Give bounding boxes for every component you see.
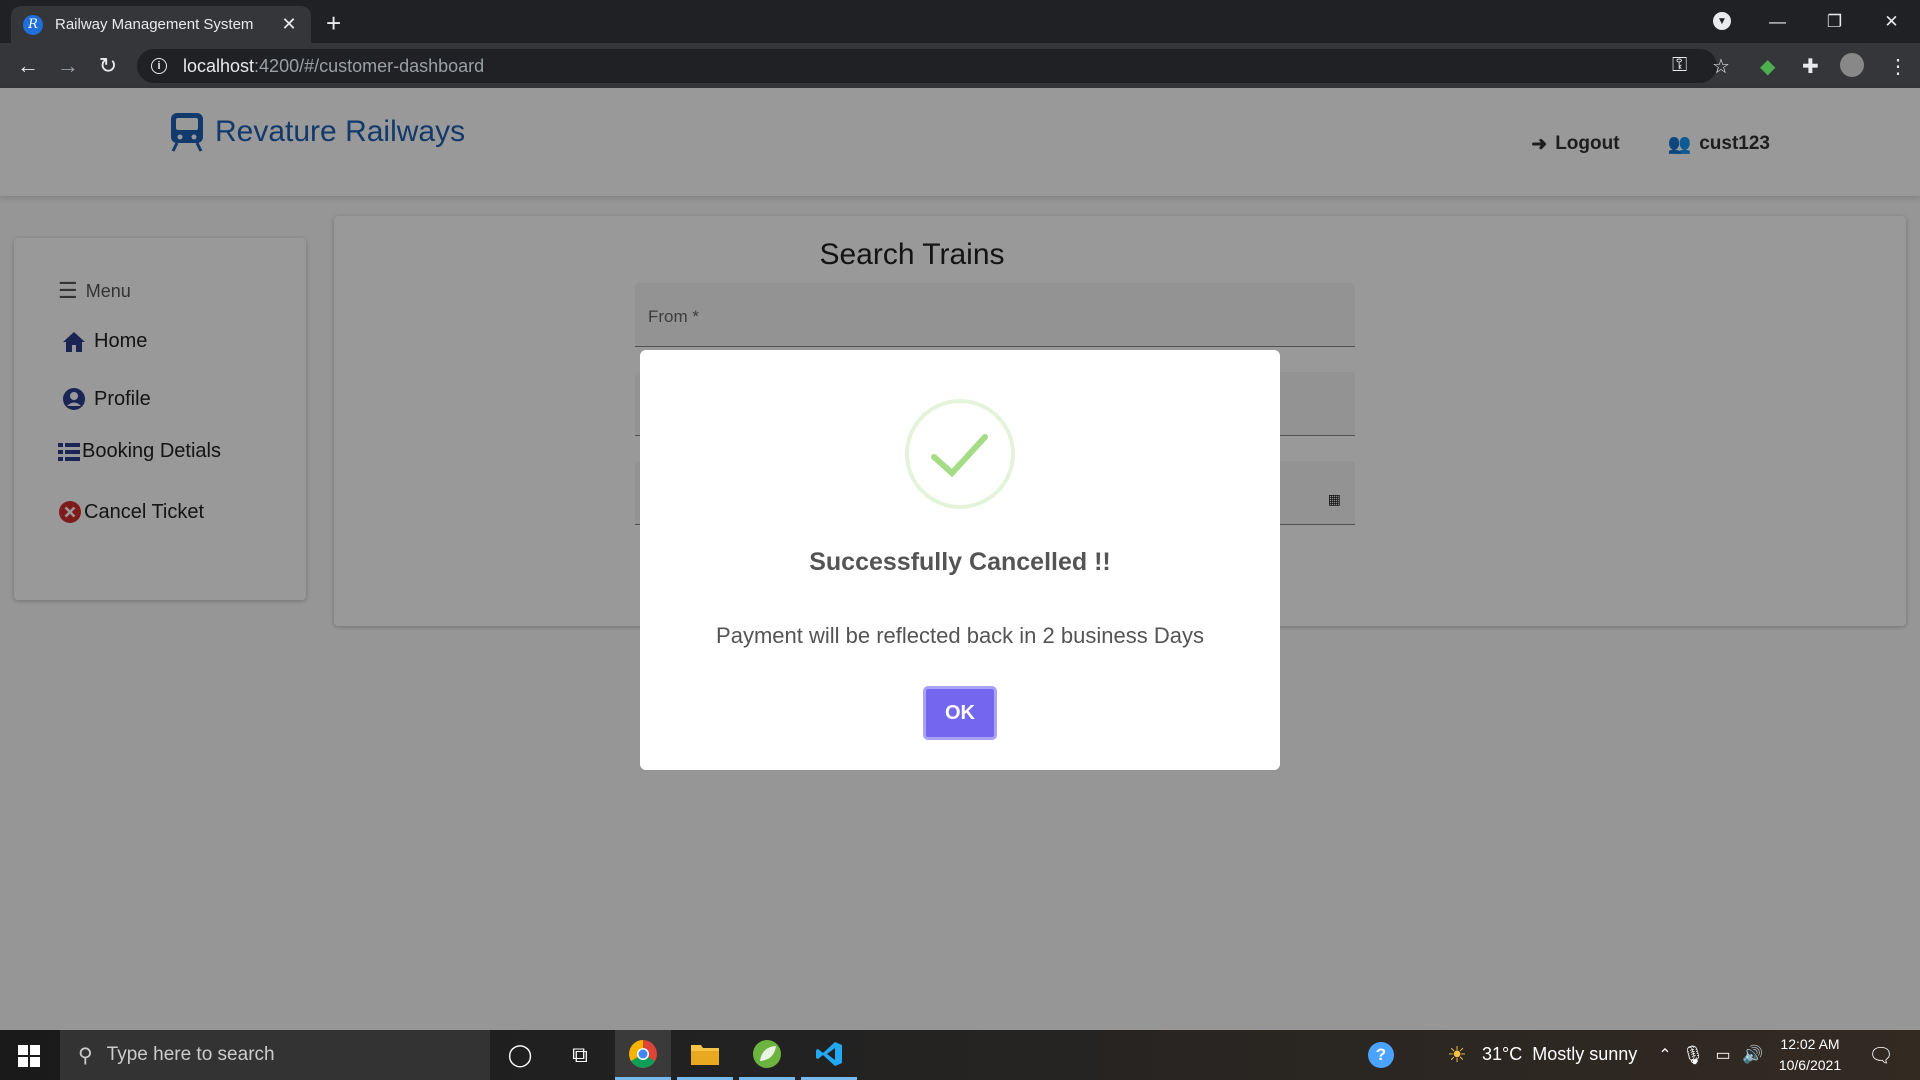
spring-leaf-icon xyxy=(753,1039,781,1068)
weather-text[interactable]: 31°C Mostly sunny xyxy=(1482,1044,1637,1065)
forward-icon[interactable]: → xyxy=(55,53,81,79)
success-check-icon xyxy=(905,399,1015,509)
battery-icon[interactable]: ▭ xyxy=(1708,1040,1738,1070)
vscode-taskbar-app[interactable] xyxy=(801,1030,857,1080)
browser-tab[interactable]: R Railway Management System ✕ xyxy=(11,6,311,43)
favicon-icon: R xyxy=(23,14,43,35)
dialog-message: Payment will be reflected back in 2 busi… xyxy=(716,623,1204,648)
folder-icon xyxy=(691,1044,719,1065)
reload-icon[interactable]: ↻ xyxy=(95,53,121,79)
windows-taskbar: ⚲ Type here to search ◯ ⧉ ? ☀ 31°C Mostl… xyxy=(0,1030,1920,1080)
ok-button[interactable]: OK xyxy=(923,686,997,740)
key-icon[interactable]: ⚿ xyxy=(1672,54,1687,77)
taskbar-clock[interactable]: 12:02 AM 10/6/2021 xyxy=(1778,1034,1842,1076)
spring-tool-taskbar-app[interactable] xyxy=(739,1030,795,1080)
bookmark-star-icon[interactable]: ☆ xyxy=(1712,54,1730,79)
browser-tabbar: R Railway Management System ✕ + ▼ — ❐ ✕ xyxy=(0,0,1920,43)
clock-time: 12:02 AM xyxy=(1780,1036,1840,1052)
chrome-taskbar-app[interactable] xyxy=(615,1030,671,1080)
task-view-icon[interactable]: ⧉ xyxy=(565,1040,595,1070)
taskbar-search-placeholder: Type here to search xyxy=(106,1044,275,1065)
minimize-icon[interactable]: — xyxy=(1749,12,1806,32)
microphone-icon[interactable]: 🎙 xyxy=(1678,1040,1708,1070)
new-tab-button[interactable]: + xyxy=(326,8,341,39)
profile-avatar-icon[interactable] xyxy=(1840,53,1864,77)
browser-toolbar: ← → ↻ i localhost:4200/#/customer-dashbo… xyxy=(0,43,1920,88)
back-icon[interactable]: ← xyxy=(15,53,41,79)
window-close-icon[interactable]: ✕ xyxy=(1863,12,1920,32)
url-path: :4200/#/customer-dashboard xyxy=(254,55,485,76)
windows-start-icon[interactable] xyxy=(18,1045,40,1067)
file-explorer-taskbar-app[interactable] xyxy=(677,1030,733,1080)
cortana-icon[interactable]: ◯ xyxy=(505,1040,535,1070)
taskbar-search-input[interactable]: ⚲ Type here to search xyxy=(60,1030,490,1080)
tab-close-icon[interactable]: ✕ xyxy=(279,14,299,35)
help-icon[interactable]: ? xyxy=(1366,1040,1396,1070)
tab-title: Railway Management System xyxy=(55,16,254,33)
restore-icon[interactable]: ❐ xyxy=(1806,12,1863,32)
volume-icon[interactable]: 🔊 xyxy=(1738,1040,1768,1070)
success-dialog: Successfully Cancelled !! Payment will b… xyxy=(640,350,1280,770)
window-controls: — ❐ ✕ xyxy=(1749,0,1920,43)
site-info-icon[interactable]: i xyxy=(151,58,167,74)
vscode-icon xyxy=(816,1041,842,1066)
puzzle-icon[interactable]: ✚ xyxy=(1802,54,1819,79)
url-host: localhost xyxy=(183,55,255,76)
address-bar[interactable]: i localhost:4200/#/customer-dashboard xyxy=(137,49,1717,83)
tab-search-icon[interactable]: ▼ xyxy=(1713,12,1731,30)
weather-icon[interactable]: ☀ xyxy=(1442,1040,1472,1070)
notifications-icon[interactable]: 🗨 xyxy=(1866,1040,1896,1070)
search-icon: ⚲ xyxy=(78,1044,93,1067)
tray-chevron-icon[interactable]: ⌃ xyxy=(1650,1040,1680,1070)
kebab-menu-icon[interactable]: ⋮ xyxy=(1888,54,1908,79)
extension-icon[interactable]: ◆ xyxy=(1760,54,1775,79)
dialog-title: Successfully Cancelled !! xyxy=(809,548,1111,576)
clock-date: 10/6/2021 xyxy=(1778,1057,1842,1073)
chrome-icon xyxy=(629,1039,657,1068)
